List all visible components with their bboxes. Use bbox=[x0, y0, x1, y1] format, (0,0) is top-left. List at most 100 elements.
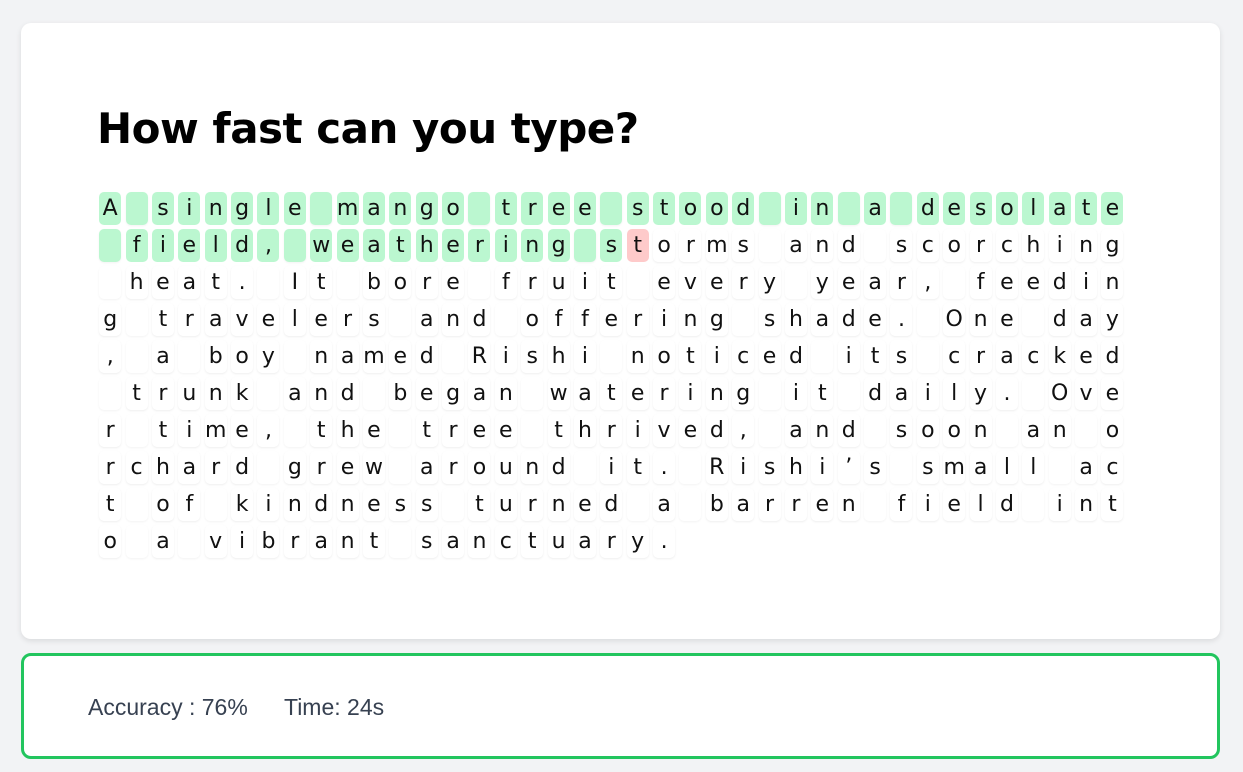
passage-char: o bbox=[653, 229, 676, 262]
passage-char: h bbox=[784, 451, 807, 484]
passage-char: s bbox=[890, 414, 913, 447]
passage-char: a bbox=[151, 340, 174, 373]
passage-space bbox=[178, 525, 201, 558]
passage-char: a bbox=[415, 303, 438, 336]
passage-char: O bbox=[1048, 377, 1071, 410]
passage-char: n bbox=[204, 192, 227, 225]
passage-char: i bbox=[573, 340, 596, 373]
passage-char: e bbox=[257, 303, 280, 336]
passage-char: a bbox=[362, 192, 385, 225]
passage-char: . bbox=[653, 451, 676, 484]
passage-char: y bbox=[257, 340, 280, 373]
passage-char: s bbox=[758, 451, 781, 484]
passage-space bbox=[125, 340, 148, 373]
passage-space bbox=[758, 414, 781, 447]
passage-space bbox=[600, 340, 623, 373]
passage-char: i bbox=[705, 340, 728, 373]
passage-char: d bbox=[705, 414, 728, 447]
passage-space bbox=[283, 414, 306, 447]
passage-char: e bbox=[943, 488, 966, 521]
passage-char: h bbox=[1022, 229, 1045, 262]
passage-char: t bbox=[310, 266, 333, 299]
passage-char: b bbox=[204, 340, 227, 373]
passage-char: g bbox=[732, 377, 755, 410]
passage-space bbox=[336, 266, 359, 299]
passage-char: n bbox=[1101, 266, 1124, 299]
passage-char: e bbox=[653, 266, 676, 299]
passage-char: t bbox=[151, 303, 174, 336]
passage-char: o bbox=[995, 192, 1018, 225]
passage-char: e bbox=[1101, 192, 1124, 225]
passage-char: d bbox=[1048, 266, 1071, 299]
passage-space bbox=[916, 340, 939, 373]
passage-char: n bbox=[1075, 488, 1098, 521]
passage-char: r bbox=[653, 377, 676, 410]
passage-char: R bbox=[468, 340, 491, 373]
passage-char: s bbox=[758, 303, 781, 336]
passage-char: r bbox=[415, 266, 438, 299]
passage-char: s bbox=[389, 488, 412, 521]
passage-char: b bbox=[705, 488, 728, 521]
passage-space bbox=[310, 192, 333, 225]
passage-char: y bbox=[758, 266, 781, 299]
passage-char: n bbox=[1075, 229, 1098, 262]
passage-space bbox=[204, 488, 227, 521]
passage-char: o bbox=[99, 525, 122, 558]
passage-char: d bbox=[732, 192, 755, 225]
passage-char: r bbox=[521, 192, 544, 225]
passage-space bbox=[389, 451, 412, 484]
passage-space bbox=[125, 303, 148, 336]
passage-char: r bbox=[758, 488, 781, 521]
passage-space bbox=[600, 192, 623, 225]
passage-char: e bbox=[231, 414, 254, 447]
passage-space bbox=[521, 377, 544, 410]
passage-char: n bbox=[811, 229, 834, 262]
passage-char: y bbox=[626, 525, 649, 558]
passage-char: n bbox=[283, 488, 306, 521]
passage-space bbox=[864, 488, 887, 521]
stats-panel: Accuracy : 76% Time: 24s bbox=[21, 653, 1220, 759]
passage-space bbox=[362, 377, 385, 410]
typing-passage[interactable]: A single mango tree stood in a desolate … bbox=[97, 190, 1142, 560]
passage-char: g bbox=[415, 192, 438, 225]
passage-space bbox=[468, 266, 491, 299]
passage-char: s bbox=[969, 192, 992, 225]
passage-char: s bbox=[626, 192, 649, 225]
passage-space bbox=[99, 377, 122, 410]
passage-char: g bbox=[442, 377, 465, 410]
passage-char: v bbox=[231, 303, 254, 336]
passage-char: a bbox=[573, 525, 596, 558]
passage-char: t bbox=[811, 377, 834, 410]
passage-char: n bbox=[336, 488, 359, 521]
passage-char: o bbox=[1101, 414, 1124, 447]
passage-char: e bbox=[336, 229, 359, 262]
passage-char: c bbox=[732, 340, 755, 373]
passage-char: e bbox=[336, 451, 359, 484]
passage-char: n bbox=[494, 377, 517, 410]
passage-char: I bbox=[283, 266, 306, 299]
passage-char: v bbox=[1075, 377, 1098, 410]
passage-char: t bbox=[626, 451, 649, 484]
passage-char: h bbox=[547, 340, 570, 373]
passage-space bbox=[389, 414, 412, 447]
passage-char: g bbox=[99, 303, 122, 336]
passage-char: , bbox=[916, 266, 939, 299]
passage-char: o bbox=[705, 192, 728, 225]
passage-char: d bbox=[1101, 340, 1124, 373]
passage-char: n bbox=[521, 451, 544, 484]
passage-char: r bbox=[679, 229, 702, 262]
passage-char: n bbox=[204, 377, 227, 410]
passage-space bbox=[257, 451, 280, 484]
passage-char: h bbox=[415, 229, 438, 262]
passage-char: e bbox=[600, 303, 623, 336]
passage-char: i bbox=[600, 451, 623, 484]
passage-char: a bbox=[442, 525, 465, 558]
passage-char: r bbox=[151, 377, 174, 410]
passage-char: e bbox=[442, 229, 465, 262]
passage-space bbox=[442, 340, 465, 373]
passage-char: v bbox=[679, 266, 702, 299]
passage-char: o bbox=[442, 192, 465, 225]
passage-space bbox=[442, 488, 465, 521]
passage-char: n bbox=[442, 303, 465, 336]
passage-char: u bbox=[178, 377, 201, 410]
